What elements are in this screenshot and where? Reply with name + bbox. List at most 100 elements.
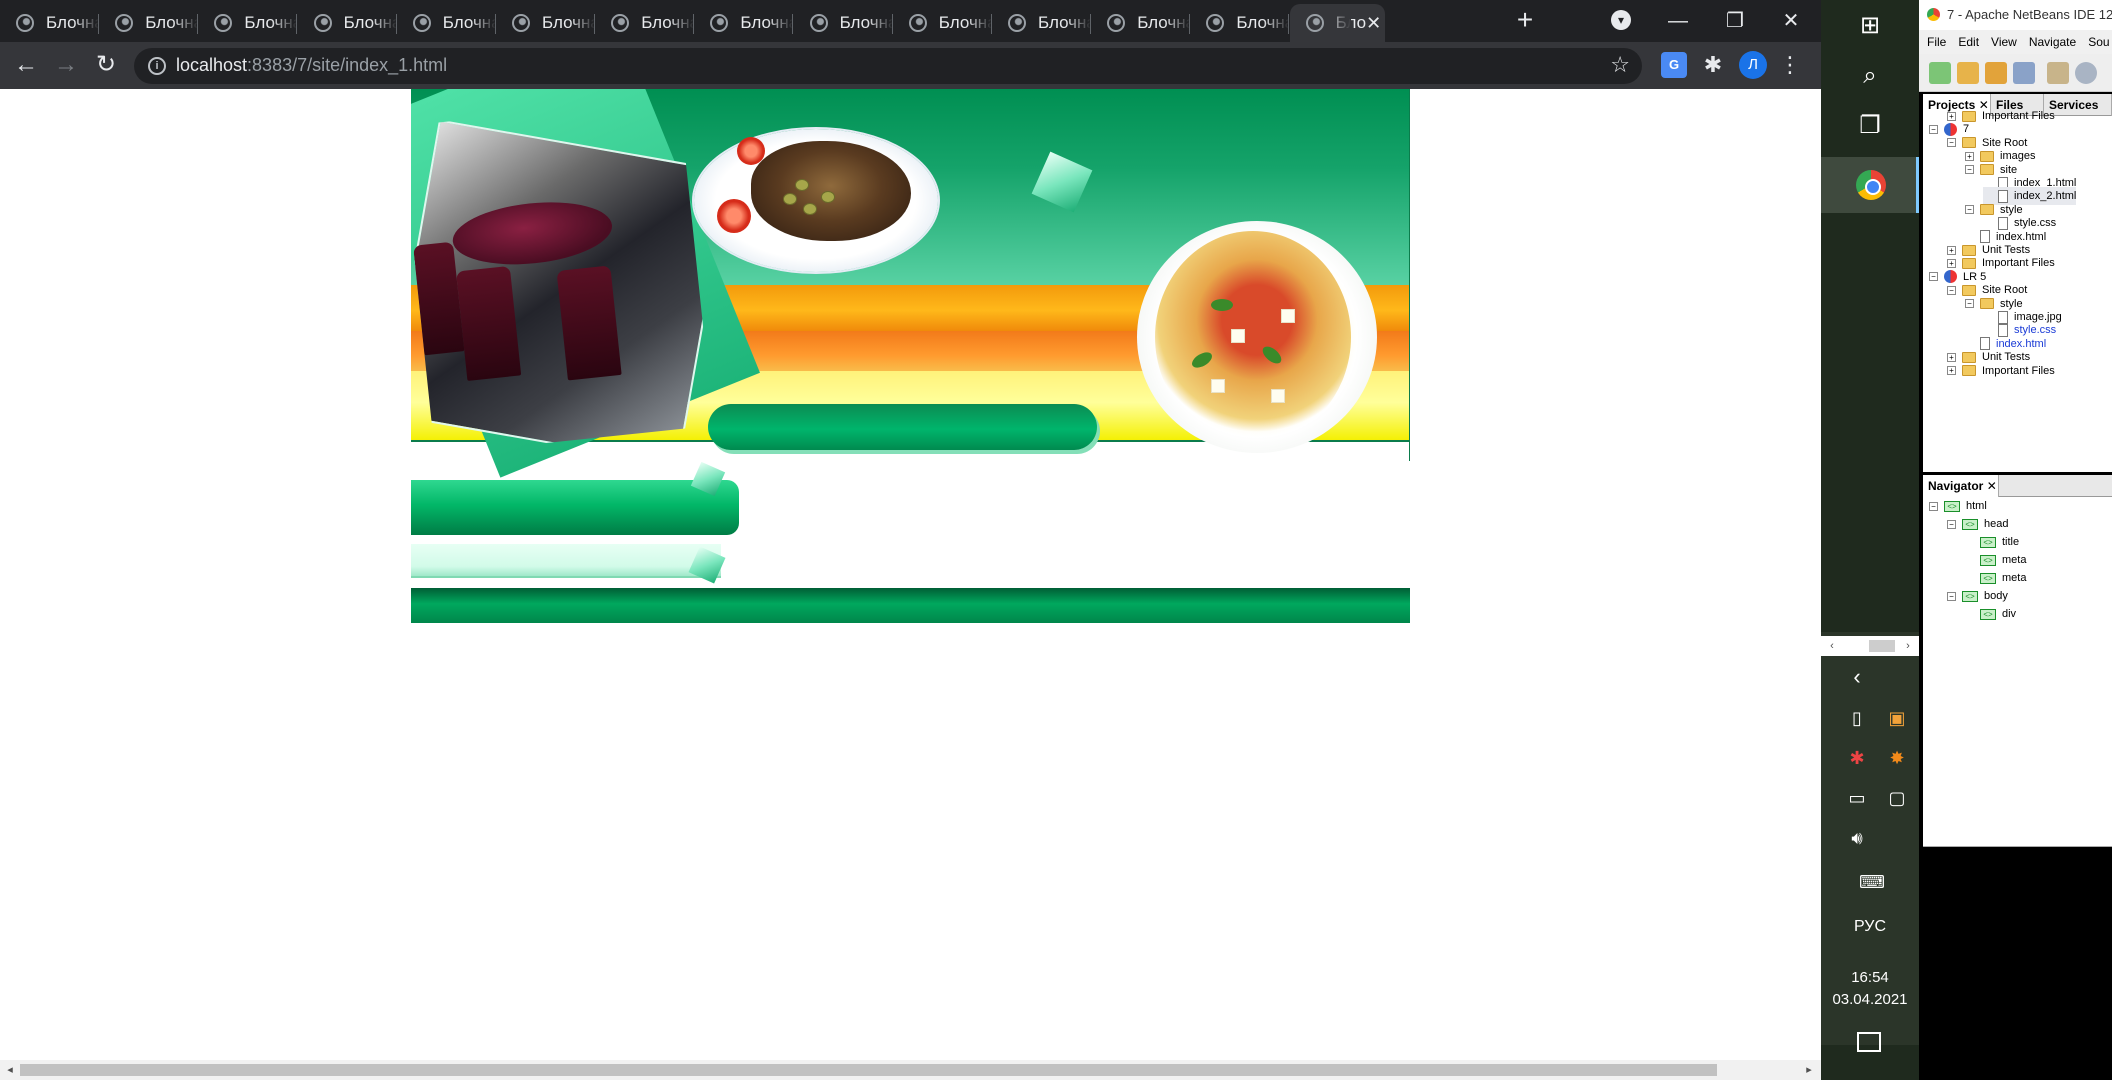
browser-tab[interactable]: Блочна (298, 4, 397, 42)
horizontal-scrollbar[interactable]: ◂ ▸ (0, 1060, 1821, 1080)
browser-tab[interactable]: Блочна (496, 4, 595, 42)
close-window-button[interactable]: ✕ (1771, 6, 1811, 36)
antivirus-icon[interactable]: ✸ (1885, 746, 1909, 770)
notifications-icon[interactable] (1857, 1032, 1881, 1052)
menu-file[interactable]: File (1927, 35, 1946, 49)
menu-view[interactable]: View (1991, 35, 2017, 49)
browser-tab[interactable]: Блочна (198, 4, 298, 42)
navigator-node[interactable]: − <> head (1947, 515, 2008, 533)
tray-scroll-left-icon[interactable]: ‹ (1825, 638, 1839, 654)
site-info-icon[interactable]: i (148, 57, 166, 75)
scroll-left-arrow-icon[interactable]: ◂ (3, 1062, 17, 1078)
new-file-icon[interactable] (1929, 62, 1951, 84)
save-all-icon[interactable] (2013, 62, 2035, 84)
browser-tab[interactable]: Блочна (992, 4, 1091, 42)
tree-node-label: Important Files (1982, 364, 2055, 377)
expand-toggle-icon[interactable]: − (1965, 205, 1974, 215)
browser-tab[interactable]: Блочна (595, 4, 695, 42)
navigator-node[interactable]: − <> html (1929, 497, 1987, 515)
menu-bar-light[interactable] (411, 544, 721, 578)
expand-toggle-icon[interactable]: − (1965, 299, 1974, 309)
menu-navigate[interactable]: Navigate (2029, 35, 2076, 49)
chrome-icon[interactable] (1856, 170, 1886, 200)
browser-tab[interactable]: Блочна (1091, 4, 1191, 42)
usb-icon[interactable]: ▯ (1845, 706, 1869, 730)
close-tab-icon[interactable]: ✕ (1366, 13, 1381, 34)
tab-search-button[interactable]: ▾ (1611, 10, 1631, 30)
battery-icon[interactable]: ▭ (1845, 786, 1869, 810)
undo-icon[interactable] (2047, 62, 2069, 84)
url-text[interactable]: localhost:8383/7/site/index_1.html (176, 55, 447, 76)
tray-scrollbar[interactable]: ‹ › (1821, 636, 1919, 656)
volume-icon[interactable]: 🔊︎ (1845, 826, 1869, 850)
browser-tab[interactable]: Блочна (794, 4, 893, 42)
header-green-button[interactable] (708, 404, 1097, 450)
navigator-node[interactable]: <> div (1965, 605, 2016, 623)
expand-toggle-icon[interactable]: + (1947, 111, 1956, 121)
browser-menu-icon[interactable]: ⋮ (1779, 50, 1801, 80)
browser-tab[interactable]: Блочна (893, 4, 992, 42)
bookmark-star-icon[interactable]: ☆ (1610, 52, 1630, 78)
forward-button[interactable]: → (49, 48, 83, 82)
new-tab-button[interactable]: + (1510, 6, 1540, 36)
expand-toggle-icon[interactable]: − (1929, 124, 1938, 134)
restore-button[interactable]: ❐ (1715, 6, 1755, 36)
navigator-node[interactable]: − <> body (1947, 587, 2008, 605)
scroll-right-arrow-icon[interactable]: ▸ (1802, 1062, 1816, 1078)
scrollbar-thumb[interactable] (20, 1064, 1717, 1076)
expand-toggle-icon[interactable]: − (1929, 272, 1938, 282)
tab-navigator[interactable]: Navigator ✕ (1923, 475, 1999, 497)
close-tab-icon[interactable]: ✕ (1987, 479, 1997, 493)
expand-toggle-icon[interactable]: − (1929, 501, 1938, 511)
expand-toggle-icon[interactable]: − (1947, 138, 1956, 148)
minimize-button[interactable]: — (1658, 6, 1698, 36)
browser-tab[interactable]: Блочна (1190, 4, 1290, 42)
expand-toggle-icon[interactable]: − (1947, 519, 1956, 529)
keyboard-icon[interactable]: ⌨ (1857, 870, 1887, 894)
redo-icon[interactable] (2075, 62, 2097, 84)
translate-extension-icon[interactable]: G (1661, 52, 1687, 78)
navigator-node[interactable]: <> meta (1965, 569, 2026, 587)
tree-node-label: meta (2002, 572, 2027, 584)
open-project-icon[interactable] (1985, 62, 2007, 84)
menu-bar-green[interactable] (411, 480, 739, 535)
input-language[interactable]: РУС (1821, 918, 1919, 936)
network-error-icon[interactable]: ✱ (1845, 746, 1869, 770)
expand-toggle-icon[interactable]: − (1947, 591, 1956, 601)
url-host: localhost (176, 55, 248, 75)
expand-toggle-icon[interactable]: + (1965, 151, 1974, 161)
expand-toggle-icon[interactable]: − (1965, 165, 1974, 175)
expand-toggle-icon[interactable]: + (1947, 258, 1956, 268)
system-clock[interactable]: 16:54 03.04.2021 (1821, 967, 1919, 1011)
expand-toggle-icon[interactable]: − (1947, 285, 1956, 295)
tab-title-fade (569, 4, 595, 42)
collapse-tray-icon[interactable]: ‹ (1845, 665, 1869, 689)
tray-scroll-thumb[interactable] (1869, 640, 1895, 652)
reload-button[interactable]: ↻ (89, 48, 123, 82)
expand-toggle-icon[interactable]: + (1947, 366, 1956, 376)
display-icon[interactable]: ▢ (1885, 786, 1909, 810)
browser-tab[interactable]: Блочна (694, 4, 794, 42)
task-view-icon[interactable]: ❐ (1821, 100, 1919, 152)
expand-toggle-icon[interactable]: + (1947, 245, 1956, 255)
navigator-node[interactable]: <> title (1965, 533, 2019, 551)
profile-avatar[interactable]: Л (1739, 51, 1767, 79)
menu-source[interactable]: Sou (2088, 35, 2109, 49)
back-button[interactable]: ← (9, 48, 43, 82)
extensions-puzzle-icon[interactable]: ✱ (1700, 52, 1726, 78)
windows-start-icon[interactable]: ⊞ (1821, 0, 1919, 52)
browser-tab[interactable]: Блочна (397, 4, 496, 42)
project-tree-node[interactable]: + Important Files (1947, 362, 2055, 380)
browser-tab[interactable]: Блочна (0, 4, 99, 42)
menu-edit[interactable]: Edit (1958, 35, 1979, 49)
search-icon[interactable]: ⌕ (1821, 50, 1919, 102)
address-bar[interactable]: i localhost:8383/7/site/index_1.html ☆ (134, 48, 1642, 84)
navigator-node[interactable]: <> meta (1965, 551, 2026, 569)
browser-tab-active[interactable]: Бло ✕ (1289, 4, 1385, 42)
expand-toggle-icon[interactable]: + (1947, 352, 1956, 362)
app-cube-icon[interactable]: ▣ (1885, 706, 1909, 730)
new-project-icon[interactable] (1957, 62, 1979, 84)
browser-tab[interactable]: Блочна (99, 4, 199, 42)
tab-title-fade (271, 4, 298, 42)
tray-scroll-right-icon[interactable]: › (1901, 638, 1915, 654)
